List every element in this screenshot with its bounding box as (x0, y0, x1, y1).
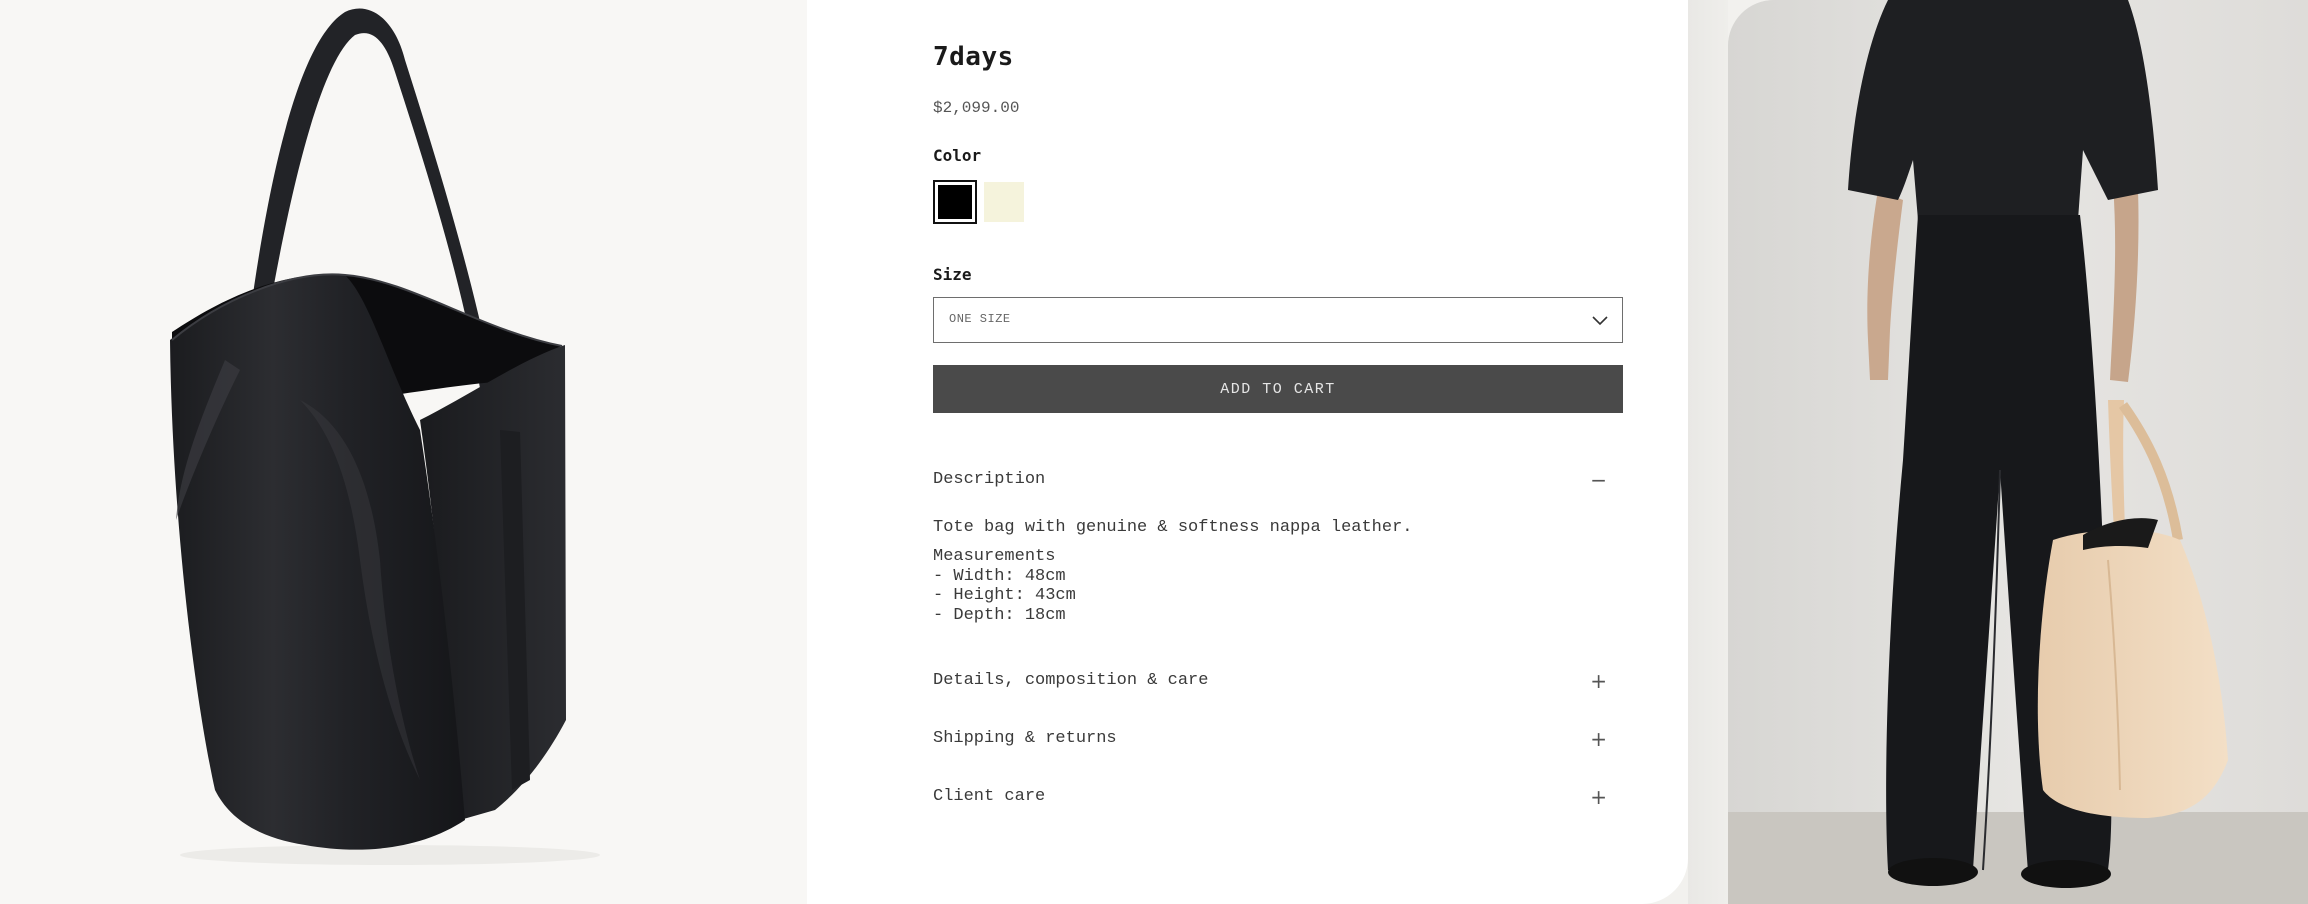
size-select[interactable]: ONE SIZE (933, 297, 1623, 343)
product-info-card: 7days $2,099.00 Color Size ONE SIZE ADD … (807, 0, 1688, 904)
card-gutter (1688, 0, 1728, 904)
plus-icon: + (1590, 785, 1607, 809)
swatch-black[interactable] (933, 180, 977, 224)
add-to-cart-button[interactable]: ADD TO CART (933, 365, 1623, 413)
plus-icon: + (1590, 727, 1607, 751)
color-label: Color (933, 146, 982, 165)
accordion-description[interactable]: Description − (933, 465, 1623, 495)
swatch-black-fill (938, 185, 972, 219)
accordion-description-label: Description (933, 470, 1046, 489)
model-image (1728, 0, 2308, 904)
model-with-tote-illustration (1728, 0, 2308, 904)
description-text: Tote bag with genuine & softness nappa l… (933, 518, 1413, 537)
black-tote-bag-illustration (170, 8, 600, 865)
accordion-client-care[interactable]: Client care + (933, 782, 1623, 812)
plus-icon: + (1590, 669, 1607, 693)
size-label: Size (933, 265, 972, 284)
swatch-cream-fill (984, 182, 1024, 222)
size-select-value: ONE SIZE (949, 312, 1011, 326)
minus-icon: − (1590, 468, 1607, 492)
swatch-cream[interactable] (984, 182, 1024, 222)
accordion-details[interactable]: Details, composition & care + (933, 666, 1623, 696)
accordion-client-care-label: Client care (933, 787, 1046, 806)
product-price: $2,099.00 (933, 99, 1020, 117)
product-image (0, 0, 807, 904)
color-swatches (933, 180, 1053, 224)
description-measurements: Measurements - Width: 48cm - Height: 43c… (933, 547, 1076, 625)
product-title: 7days (933, 42, 1014, 72)
chevron-down-icon (1592, 313, 1608, 331)
accordion-shipping[interactable]: Shipping & returns + (933, 724, 1623, 754)
accordion-details-label: Details, composition & care (933, 671, 1209, 690)
accordion-shipping-label: Shipping & returns (933, 729, 1117, 748)
